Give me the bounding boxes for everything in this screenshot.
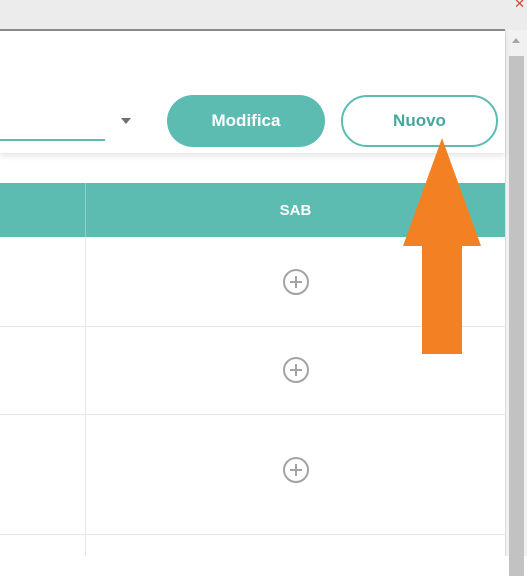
select-field[interactable] [0,139,105,141]
row-divider [0,414,505,415]
toolbar: Modifica Nuovo [0,31,505,153]
vertical-scrollbar[interactable] [505,30,527,576]
row-divider [0,534,505,535]
close-icon[interactable]: ✕ [514,0,525,10]
plus-circle-icon[interactable] [282,356,310,384]
column-divider [85,237,86,556]
window-top-bar: ✕ [0,0,527,30]
modifica-button[interactable]: Modifica [167,95,325,147]
dropdown-caret-icon[interactable] [121,118,131,124]
plus-circle-icon[interactable] [282,456,310,484]
scroll-up-icon[interactable] [512,38,520,43]
scroll-thumb[interactable] [509,56,524,576]
arrow-up-icon [403,138,481,354]
plus-circle-icon[interactable] [282,268,310,296]
